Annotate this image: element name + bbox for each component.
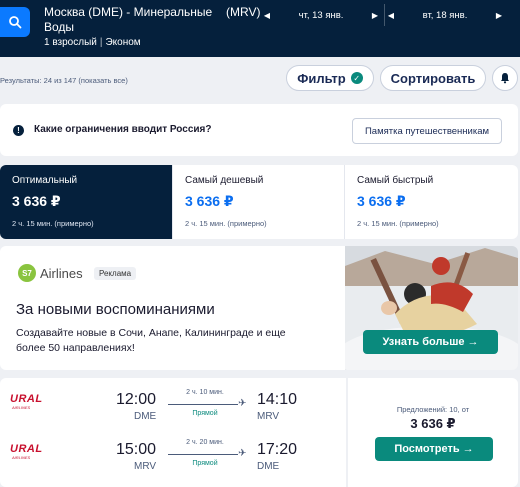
airline-subname: AIRLINES (12, 405, 31, 410)
search-icon (9, 16, 22, 29)
filter-button[interactable]: Фильтр ✓ (286, 65, 374, 91)
ad-body: Создавайте новые в Сочи, Анапе, Калининг… (16, 327, 286, 354)
stops-label: Прямой (192, 460, 218, 467)
outbound-date[interactable]: чт, 13 янв. (272, 10, 370, 21)
offers-count: Предложений: 10, от (396, 405, 470, 414)
chevron-left-icon[interactable]: ◀ (262, 11, 272, 20)
flight-card[interactable]: URAL AIRLINES 12:00 DME 2 ч. 10 мин. ✈ П… (0, 378, 346, 487)
destination-code: (MRV) (226, 5, 261, 19)
cabin-class: Эконом (105, 37, 141, 48)
chevron-right-icon[interactable]: ▶ (494, 11, 504, 20)
ad-brand: Airlines (40, 265, 83, 281)
arrival-airport: MRV (257, 411, 280, 422)
search-button[interactable] (0, 7, 30, 37)
outbound-date-picker[interactable]: ◀ чт, 13 янв. ▶ (262, 5, 380, 25)
bell-icon (501, 73, 509, 84)
return-leg: URAL AIRLINES 15:00 MRV 2 ч. 20 мин. ✈ П… (0, 434, 346, 478)
return-date-picker[interactable]: ◀ вт, 18 янв. ▶ (386, 5, 504, 25)
flight-price: 3 636 ₽ (410, 416, 456, 431)
return-date[interactable]: вт, 18 янв. (396, 10, 494, 21)
sort-button[interactable]: Сортировать (380, 65, 486, 91)
tab-duration: 2 ч. 15 мин. (примерно) (185, 219, 267, 228)
tab-label: Самый быстрый (357, 175, 434, 186)
ad-title: За новыми воспоминаниями (16, 301, 215, 318)
ad-tag: Реклама (94, 267, 137, 280)
price-alert-button[interactable] (492, 65, 518, 91)
tab-price: 3 636 ₽ (357, 193, 406, 209)
divider (384, 4, 385, 26)
search-header: Москва (DME) - Минеральные Воды (MRV) 1 … (0, 0, 520, 57)
tab-duration: 2 ч. 15 мин. (примерно) (357, 219, 439, 228)
stops-label: Прямой (192, 410, 218, 417)
tab-label: Оптимальный (12, 175, 78, 186)
tab-label: Самый дешевый (185, 175, 264, 186)
flight-duration: 2 ч. 20 мин. (186, 439, 224, 446)
tab-duration: 2 ч. 15 мин. (примерно) (12, 219, 94, 228)
filter-label: Фильтр (297, 70, 346, 86)
results-count[interactable]: Результаты: 24 из 147 (показать все) (0, 76, 128, 85)
travel-restrictions-card: ! Какие ограничения вводит Россия? Памят… (0, 104, 518, 156)
departure-time: 15:00 (116, 441, 157, 458)
airline-subname: AIRLINES (12, 455, 31, 460)
plane-icon: ✈ (238, 398, 247, 409)
tab-price: 3 636 ₽ (12, 193, 61, 209)
restrictions-question: Какие ограничения вводит Россия? (34, 124, 212, 135)
sort-label: Сортировать (390, 70, 476, 86)
arrival-airport: DME (257, 461, 280, 472)
price-panel: Предложений: 10, от 3 636 ₽ Посмотреть → (348, 378, 518, 487)
passenger-summary[interactable]: 1 взрослый | Эконом (44, 37, 141, 48)
learn-more-button[interactable]: Узнать больше → (363, 330, 498, 354)
tab-cheapest[interactable]: Самый дешевый 3 636 ₽ 2 ч. 15 мин. (прим… (172, 165, 344, 239)
outbound-leg: URAL AIRLINES 12:00 DME 2 ч. 10 мин. ✈ П… (0, 384, 346, 428)
plane-icon: ✈ (238, 448, 247, 459)
departure-airport: MRV (134, 461, 157, 472)
info-icon: ! (13, 125, 24, 136)
traveler-memo-button[interactable]: Памятка путешественникам (352, 118, 502, 144)
check-icon: ✓ (350, 72, 363, 84)
chevron-left-icon[interactable]: ◀ (386, 11, 396, 20)
airline-name: URAL (10, 443, 43, 455)
route-line (168, 404, 238, 405)
route-line (168, 454, 238, 455)
airline-name: URAL (10, 393, 43, 405)
arrival-time: 17:20 (257, 441, 298, 458)
arrival-time: 14:10 (257, 391, 298, 408)
tab-fastest[interactable]: Самый быстрый 3 636 ₽ 2 ч. 15 мин. (прим… (344, 165, 518, 239)
tab-optimal[interactable]: Оптимальный 3 636 ₽ 2 ч. 15 мин. (пример… (0, 165, 172, 239)
flight-duration: 2 ч. 10 мин. (186, 389, 224, 396)
departure-airport: DME (134, 411, 157, 422)
ural-airlines-logo: URAL AIRLINES (10, 443, 50, 461)
sort-tabs: Оптимальный 3 636 ₽ 2 ч. 15 мин. (пример… (0, 165, 518, 239)
ural-airlines-logo: URAL AIRLINES (10, 393, 50, 411)
s7-logo-mark: S7 (18, 264, 36, 282)
departure-time: 12:00 (116, 391, 157, 408)
route-label[interactable]: Москва (DME) - Минеральные Воды (44, 5, 214, 35)
tab-price: 3 636 ₽ (185, 193, 234, 209)
s7-logo: S7 Airlines (18, 264, 83, 282)
chevron-right-icon[interactable]: ▶ (370, 11, 380, 20)
passenger-count: 1 взрослый (44, 37, 97, 48)
view-deal-button[interactable]: Посмотреть → (375, 437, 493, 461)
